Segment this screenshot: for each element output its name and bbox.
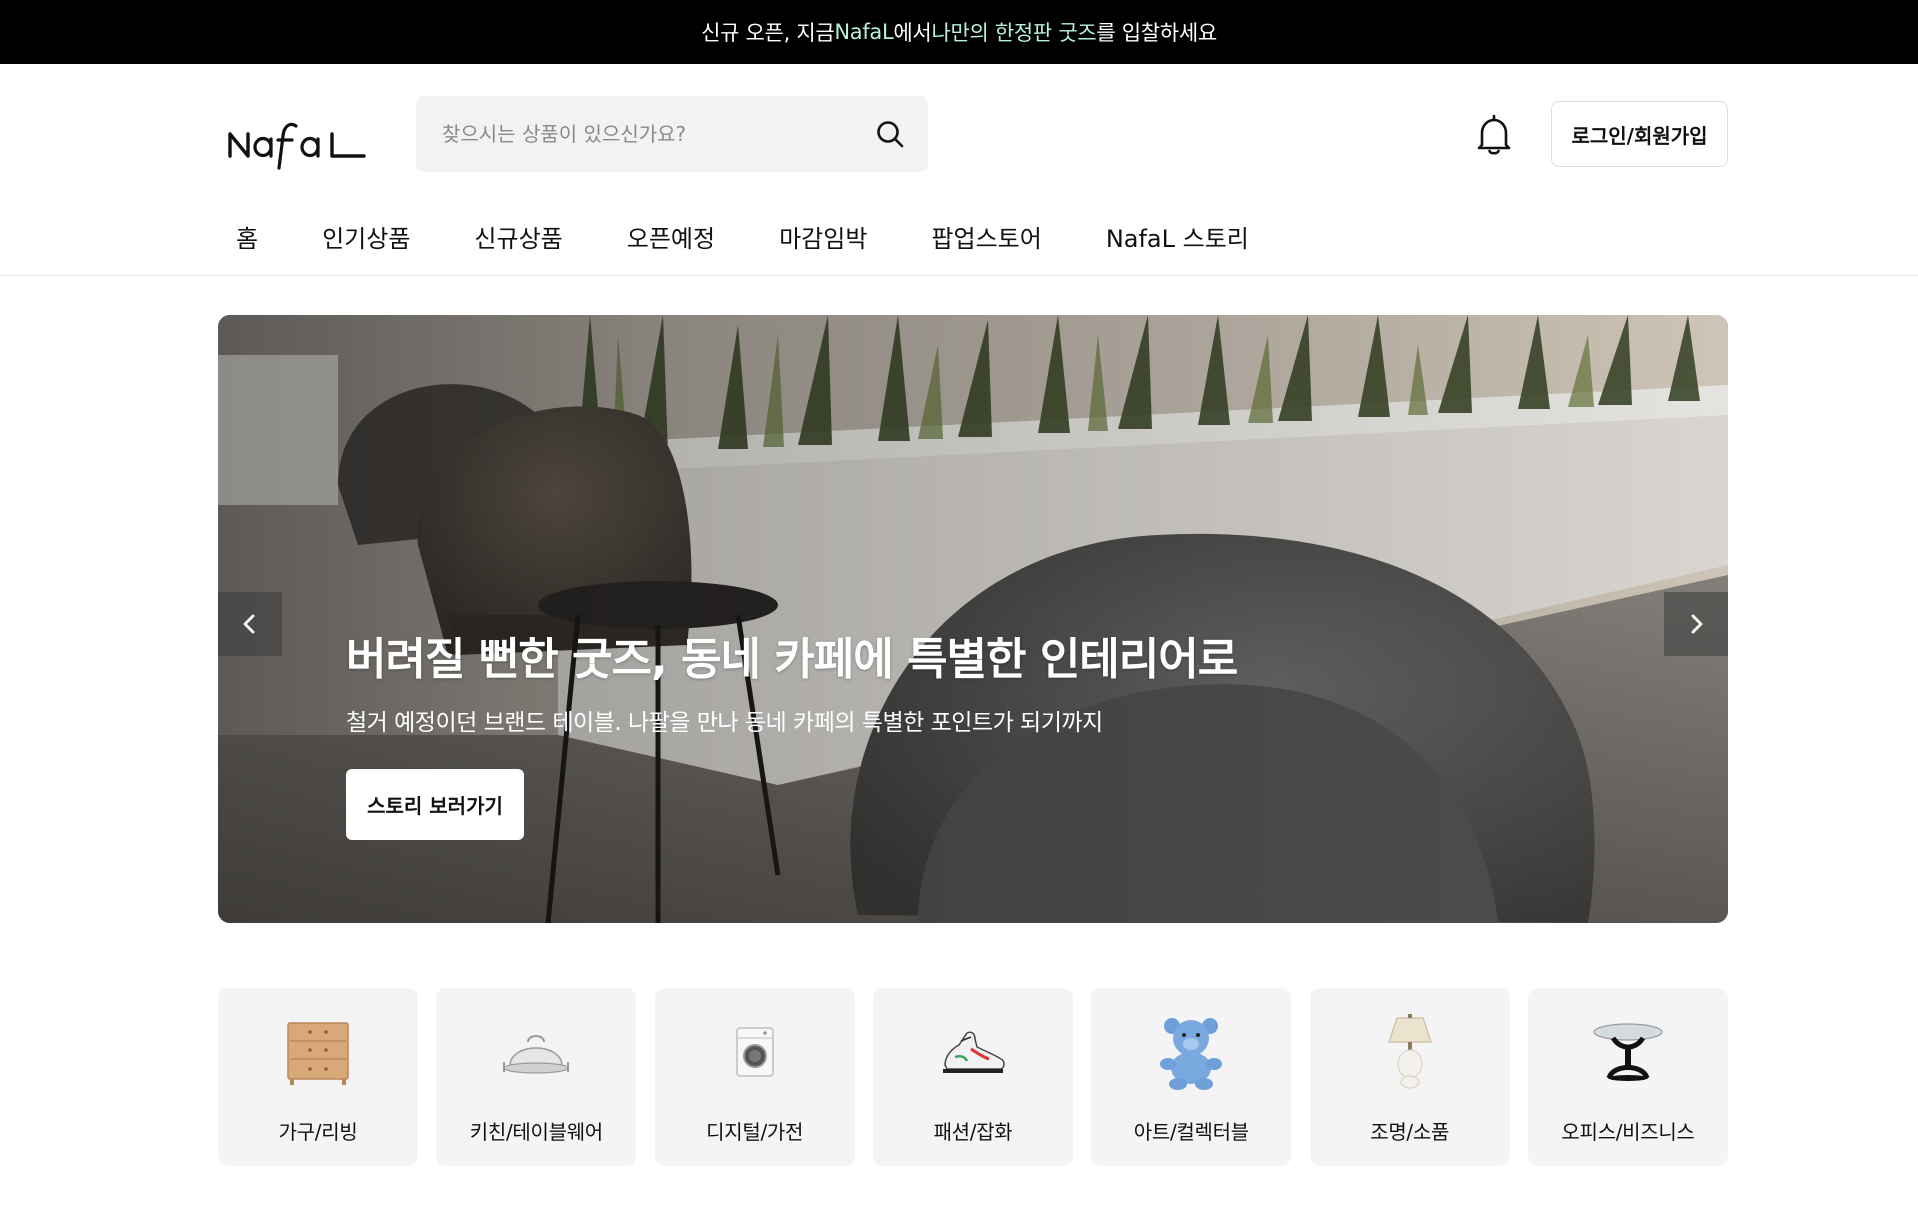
main-nav: 홈 인기상품 신규상품 오픈예정 마감임박 팝업스토어 NafaL 스토리 <box>236 214 1313 258</box>
sneaker-icon <box>933 1012 1013 1092</box>
announcement-bar: 신규 오픈, 지금 NafaL 에서 나만의 한정판 굿즈 를 입찰하세요 <box>0 0 1918 64</box>
category-lighting-props[interactable]: 조명/소품 <box>1309 988 1510 1166</box>
teddy-bear-icon <box>1151 1012 1231 1092</box>
category-label: 키친/테이블웨어 <box>469 1120 603 1144</box>
hero-banner: 버려질 뻔한 굿즈, 동네 카페에 특별한 인테리어로 철거 예정이던 브랜드 … <box>218 315 1728 923</box>
category-art-collectible[interactable]: 아트/컬렉터블 <box>1091 988 1292 1166</box>
chevron-right-icon <box>1691 614 1703 634</box>
bell-icon[interactable] <box>1474 114 1514 156</box>
nav-item-popular[interactable]: 인기상품 <box>322 219 410 254</box>
announcement-post: 를 입찰하세요 <box>1096 21 1217 45</box>
category-label: 아트/컬렉터블 <box>1133 1120 1249 1144</box>
category-label: 디지털/가전 <box>706 1120 804 1144</box>
category-furniture-living[interactable]: 가구/리빙 <box>218 988 418 1166</box>
cloche-icon <box>496 1012 576 1092</box>
hero-next-button[interactable] <box>1664 592 1728 656</box>
category-label: 가구/리빙 <box>278 1120 358 1144</box>
nav-item-story[interactable]: NafaL 스토리 <box>1106 219 1249 254</box>
hero-title: 버려질 뻔한 굿즈, 동네 카페에 특별한 인테리어로 <box>346 634 1238 685</box>
nafal-logo[interactable] <box>228 112 368 172</box>
nav-item-closing-soon[interactable]: 마감임박 <box>779 219 867 254</box>
lamp-icon <box>1370 1012 1450 1092</box>
chevron-left-icon <box>243 614 255 634</box>
login-signup-button[interactable]: 로그인/회원가입 <box>1551 101 1728 167</box>
logo-wordmark <box>228 122 366 170</box>
search-bar <box>416 96 928 172</box>
side-table-icon <box>1588 1012 1668 1092</box>
story-cta-button[interactable]: 스토리 보러가기 <box>346 769 524 840</box>
nav-item-home[interactable]: 홈 <box>236 219 258 254</box>
announcement-pre: 신규 오픈, 지금 <box>701 21 835 45</box>
hero-subtitle: 철거 예정이던 브랜드 테이블. 나팔을 만나 동네 카페의 특별한 포인트가 … <box>346 710 1103 736</box>
search-input[interactable] <box>442 122 872 146</box>
dresser-icon <box>278 1012 358 1092</box>
category-list: 가구/리빙 키친/테이블웨어 디지털/가전 패션/잡화 아트/컬렉터블 조명/소… <box>218 988 1728 1166</box>
washing-machine-icon <box>715 1012 795 1092</box>
category-kitchen-tableware[interactable]: 키친/테이블웨어 <box>436 988 637 1166</box>
category-digital-appliance[interactable]: 디지털/가전 <box>654 988 855 1166</box>
search-icon[interactable] <box>872 116 908 152</box>
nav-item-upcoming[interactable]: 오픈예정 <box>627 219 715 254</box>
category-office-business[interactable]: 오피스/비즈니스 <box>1527 988 1728 1166</box>
announcement-brand: NafaL <box>834 20 894 44</box>
announcement-highlight: 나만의 한정판 굿즈 <box>931 21 1097 45</box>
hero-prev-button[interactable] <box>218 592 282 656</box>
nav-item-new[interactable]: 신규상품 <box>474 219 562 254</box>
nav-item-popup-store[interactable]: 팝업스토어 <box>931 219 1041 254</box>
category-fashion-goods[interactable]: 패션/잡화 <box>872 988 1073 1166</box>
category-label: 오피스/비즈니스 <box>1561 1120 1695 1144</box>
site-header: 로그인/회원가입 홈 인기상품 신규상품 오픈예정 마감임박 팝업스토어 Naf… <box>0 64 1918 276</box>
category-label: 조명/소품 <box>1370 1120 1450 1144</box>
category-label: 패션/잡화 <box>933 1120 1013 1144</box>
announcement-mid: 에서 <box>893 21 932 45</box>
